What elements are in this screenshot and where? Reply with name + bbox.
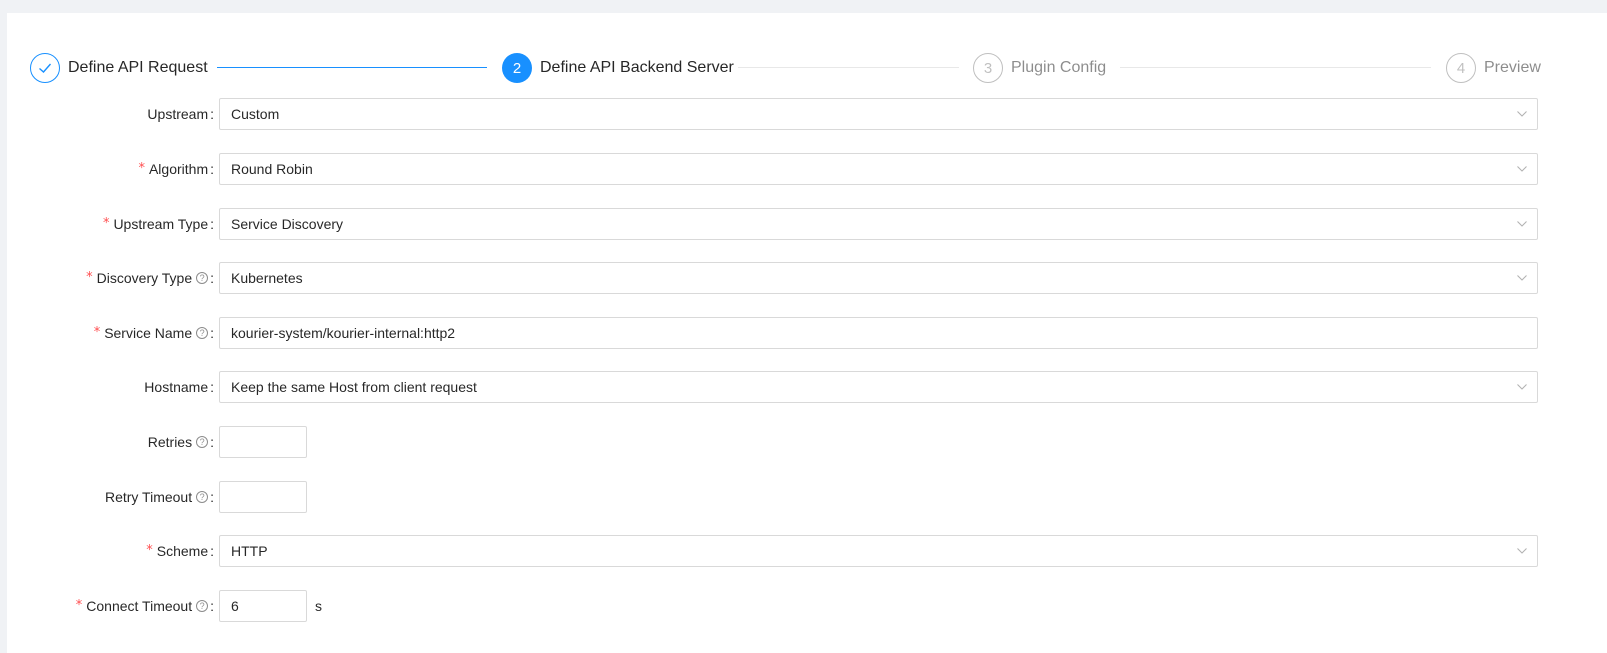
required-mark: * xyxy=(75,598,83,613)
chevron-down-icon xyxy=(1517,383,1527,391)
selected-value: Round Robin xyxy=(231,161,313,177)
selected-value: HTTP xyxy=(231,543,268,559)
question-circle-icon[interactable]: ? xyxy=(196,327,209,339)
selected-value: Keep the same Host from client request xyxy=(231,379,477,395)
scheme-select[interactable]: HTTP xyxy=(219,535,1538,567)
question-circle-icon[interactable]: ? xyxy=(196,600,209,612)
chevron-down-icon xyxy=(1517,110,1527,118)
upstream-type-label: * Upstream Type: xyxy=(103,208,214,240)
step-connector xyxy=(217,67,487,68)
connect-timeout-input[interactable]: 6 xyxy=(219,590,307,622)
form-item-retries: Retries?: xyxy=(7,426,1607,458)
step-title: Preview xyxy=(1484,59,1541,76)
required-mark: * xyxy=(102,216,110,231)
upstream-label: Upstream: xyxy=(147,106,214,122)
step-number: 3 xyxy=(973,53,1003,83)
step-title: Plugin Config xyxy=(1011,59,1107,76)
step-title: Define API Request xyxy=(68,59,208,76)
selected-value: Custom xyxy=(231,106,280,122)
required-mark: * xyxy=(138,161,145,176)
chevron-down-icon xyxy=(1517,165,1527,173)
form-item-upstream: Upstream: Custom xyxy=(7,98,1607,130)
form-item-service-name: * Service Name?: kourier-system/kourier-i… xyxy=(7,317,1607,349)
algorithm-select[interactable]: Round Robin xyxy=(219,153,1538,185)
service-name-label: * Service Name?: xyxy=(94,317,214,349)
upstream-type-select[interactable]: Service Discovery xyxy=(219,208,1538,240)
retries-input[interactable] xyxy=(219,426,307,458)
retries-label: Retries?: xyxy=(147,434,214,450)
upstream-select[interactable]: Custom xyxy=(219,98,1538,130)
discovery-type-select[interactable]: Kubernetes xyxy=(219,262,1538,294)
form-item-scheme: * Scheme: HTTP xyxy=(7,535,1607,567)
required-mark: * xyxy=(86,270,93,285)
algorithm-label: * Algorithm: xyxy=(138,153,214,185)
discovery-type-label: * Discovery Type?: xyxy=(86,262,214,294)
step-number: 4 xyxy=(1446,53,1476,83)
form-item-connect-timeout: * Connect Timeout?: 6 s xyxy=(7,590,1607,622)
selected-value: Kubernetes xyxy=(231,270,303,286)
form-item-discovery-type: * Discovery Type?: Kubernetes xyxy=(7,262,1607,294)
chevron-down-icon xyxy=(1517,274,1527,282)
step-define-api-backend-server[interactable]: 2 Define API Backend Server xyxy=(502,53,734,83)
check-icon xyxy=(30,53,60,83)
form-item-upstream-type: * Upstream Type: Service Discovery xyxy=(7,208,1607,240)
question-circle-icon[interactable]: ? xyxy=(196,436,209,448)
form-item-retry-timeout: Retry Timeout?: xyxy=(7,481,1607,513)
step-title: Define API Backend Server xyxy=(540,59,734,76)
form-item-hostname: Hostname: Keep the same Host from client… xyxy=(7,371,1607,403)
connect-timeout-label: * Connect Timeout?: xyxy=(76,590,214,622)
required-mark: * xyxy=(93,325,101,340)
step-preview[interactable]: 4 Preview xyxy=(1446,53,1541,83)
step-connector xyxy=(1120,67,1431,68)
required-mark: * xyxy=(146,543,153,558)
retry-timeout-label: Retry Timeout?: xyxy=(104,489,214,505)
service-name-input[interactable]: kourier-system/kourier-internal:http2 xyxy=(219,317,1538,349)
step-connector xyxy=(738,67,959,68)
step-plugin-config[interactable]: 3 Plugin Config xyxy=(973,53,1106,83)
steps-bar: Define API Request 2 Define API Backend … xyxy=(7,13,1607,93)
step-number: 2 xyxy=(502,53,532,83)
retry-timeout-input[interactable] xyxy=(219,481,307,513)
form-item-algorithm: * Algorithm: Round Robin xyxy=(7,153,1607,185)
scheme-label: * Scheme: xyxy=(146,535,214,567)
question-circle-icon[interactable]: ? xyxy=(196,272,209,284)
question-circle-icon[interactable]: ? xyxy=(196,491,209,503)
chevron-down-icon xyxy=(1517,220,1527,228)
chevron-down-icon xyxy=(1517,547,1527,555)
hostname-select[interactable]: Keep the same Host from client request xyxy=(219,371,1538,403)
hostname-label: Hostname: xyxy=(144,379,214,395)
form-card: Define API Request 2 Define API Backend … xyxy=(7,13,1607,653)
selected-value: Service Discovery xyxy=(231,216,344,232)
step-define-api-request[interactable]: Define API Request xyxy=(30,53,208,83)
unit-suffix: s xyxy=(315,598,322,614)
